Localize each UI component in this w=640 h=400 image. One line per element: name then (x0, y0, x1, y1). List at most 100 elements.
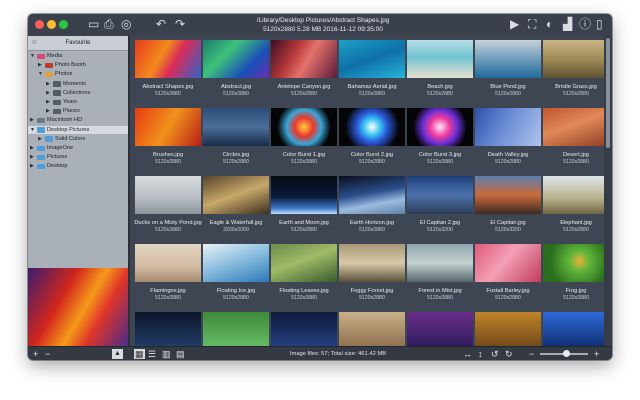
sidebar-item[interactable]: ▼ Media (28, 52, 128, 61)
disclosure-open-icon[interactable]: ▼ (30, 126, 35, 135)
image-cell[interactable]: Earth Horizon.jpg 5120x2880 (338, 172, 406, 238)
image-cell[interactable] (406, 308, 474, 346)
image-cell[interactable]: Antelope Canyon.jpg 5120x2880 (270, 36, 338, 102)
sidebar-item[interactable]: ▶ Solid Colors (28, 135, 128, 144)
image-cell[interactable]: Color Burst 3.jpg 5120x2880 (406, 104, 474, 170)
image-thumbnail[interactable] (203, 244, 269, 282)
disclosure-open-icon[interactable]: ▼ (38, 70, 43, 79)
image-cell[interactable]: El Capitan 2.jpg 5120x3200 (406, 172, 474, 238)
image-thumbnail[interactable] (339, 40, 405, 78)
rotate-right-icon[interactable]: ↷ (175, 17, 185, 31)
image-thumbnail[interactable] (543, 244, 604, 282)
image-cell[interactable]: Circles.jpg 5120x2880 (202, 104, 270, 170)
fit-width-icon[interactable]: ↔ (463, 348, 472, 360)
minimize-button[interactable] (47, 20, 56, 29)
disclosure-closed-icon[interactable]: ▶ (30, 144, 34, 153)
info-icon[interactable]: ⓘ (579, 17, 591, 31)
scrollbar[interactable] (604, 36, 612, 346)
sidebar-item[interactable]: ▼ Desktop Pictures (28, 125, 128, 135)
image-cell[interactable]: Beach.jpg 5120x2880 (406, 36, 474, 102)
image-cell[interactable]: Blue Pond.jpg 5120x2880 (474, 36, 542, 102)
image-cell[interactable]: Eagle & Waterfall.jpg 3200x2000 (202, 172, 270, 238)
image-cell[interactable]: Color Burst 2.jpg 5120x2880 (338, 104, 406, 170)
scroll-thumb[interactable] (606, 38, 610, 148)
favourite-header[interactable]: ☆ Favourite (28, 36, 128, 51)
image-thumbnail[interactable] (271, 176, 337, 214)
image-thumbnail[interactable] (339, 108, 405, 146)
rotate-cw-icon[interactable]: ↻ (505, 348, 513, 360)
image-cell[interactable]: Bristle Grass.jpg 5120x2880 (542, 36, 604, 102)
sidebar-item[interactable]: ▶ ImageOne (28, 144, 128, 153)
image-thumbnail[interactable] (475, 312, 541, 346)
zoom-button[interactable] (59, 20, 68, 29)
disclosure-closed-icon[interactable]: ▶ (38, 61, 42, 70)
panel-icon[interactable]: ▯ (596, 17, 603, 31)
grid-view-icon[interactable]: ▦ (134, 349, 145, 359)
image-thumbnail[interactable] (135, 108, 201, 146)
image-cell[interactable]: Desert.jpg 5120x2880 (542, 104, 604, 170)
sidebar-item[interactable]: ▶ Photo Booth (28, 61, 128, 70)
image-cell[interactable]: Floating Leaves.jpg 5120x2880 (270, 240, 338, 306)
image-thumbnail[interactable] (543, 40, 604, 78)
disclosure-closed-icon[interactable]: ▶ (30, 162, 34, 171)
image-cell[interactable]: Elephant.jpg 5120x2880 (542, 172, 604, 238)
eject-icon[interactable]: ▲ (112, 349, 123, 359)
image-thumbnail[interactable] (407, 176, 473, 214)
rotate-left-icon[interactable]: ↶ (156, 17, 166, 31)
image-cell[interactable]: Color Burst 1.jpg 5120x2880 (270, 104, 338, 170)
image-cell[interactable]: Death Valley.jpg 5120x2880 (474, 104, 542, 170)
image-thumbnail[interactable] (203, 312, 269, 346)
sidebar-item[interactable]: ▶ Places (28, 107, 128, 116)
image-thumbnail[interactable] (271, 244, 337, 282)
disclosure-closed-icon[interactable]: ▶ (30, 116, 34, 125)
image-cell[interactable] (338, 308, 406, 346)
image-thumbnail[interactable] (339, 176, 405, 214)
zoom-out-icon[interactable]: − (529, 348, 534, 360)
image-thumbnail[interactable] (475, 40, 541, 78)
histogram-icon[interactable]: ▟ (563, 17, 572, 31)
details-view-icon[interactable]: ▤ (176, 348, 185, 360)
image-cell[interactable]: Frog.jpg 5120x2880 (542, 240, 604, 306)
filmstrip-view-icon[interactable]: ▥ (162, 348, 171, 360)
share-icon[interactable]: ◎ (121, 17, 131, 31)
rotate-ccw-icon[interactable]: ↺ (491, 348, 499, 360)
list-view-icon[interactable]: ☰ (148, 348, 156, 360)
image-thumbnail[interactable] (271, 108, 337, 146)
fullscreen-icon[interactable]: ⛶ (528, 17, 536, 31)
favourite-icon[interactable]: ☆ (31, 36, 37, 50)
disclosure-open-icon[interactable]: ▼ (30, 52, 35, 61)
folder-icon[interactable]: ▭ (88, 17, 99, 31)
disclosure-closed-icon[interactable]: ▶ (46, 80, 50, 89)
image-cell[interactable]: Foggy Forest.jpg 5120x2880 (338, 240, 406, 306)
disclosure-closed-icon[interactable]: ▶ (46, 98, 50, 107)
image-thumbnail[interactable] (135, 312, 201, 346)
image-thumbnail[interactable] (339, 312, 405, 346)
close-button[interactable] (35, 20, 44, 29)
disclosure-closed-icon[interactable]: ▶ (30, 153, 34, 162)
image-thumbnail[interactable] (475, 244, 541, 282)
sidebar-item[interactable]: ▶ Moments (28, 80, 128, 89)
image-cell[interactable] (270, 308, 338, 346)
image-thumbnail[interactable] (407, 312, 473, 346)
image-thumbnail[interactable] (135, 40, 201, 78)
image-thumbnail[interactable] (407, 40, 473, 78)
image-cell[interactable]: Abstract Shapes.jpg 5120x2880 (134, 36, 202, 102)
image-thumbnail[interactable] (271, 40, 337, 78)
disclosure-closed-icon[interactable]: ▶ (46, 89, 50, 98)
image-cell[interactable]: Flamingos.jpg 5120x2880 (134, 240, 202, 306)
zoom-in-icon[interactable]: + (594, 348, 599, 360)
image-thumbnail[interactable] (339, 244, 405, 282)
add-icon[interactable]: + (33, 348, 38, 360)
sidebar-item[interactable]: ▶ Macintosh HD (28, 116, 128, 125)
sidebar-item[interactable]: ▶ Years (28, 98, 128, 107)
image-thumbnail[interactable] (475, 108, 541, 146)
image-cell[interactable]: Ducks on a Misty Pond.jpg 5120x2880 (134, 172, 202, 238)
image-thumbnail[interactable] (407, 108, 473, 146)
image-cell[interactable]: Abstract.jpg 5120x2880 (202, 36, 270, 102)
sidebar-item[interactable]: ▼ Photos (28, 70, 128, 79)
image-thumbnail[interactable] (271, 312, 337, 346)
image-cell[interactable]: Bahamas Aerial.jpg 5120x2880 (338, 36, 406, 102)
image-cell[interactable]: Forest in Mist.jpg 5120x2880 (406, 240, 474, 306)
image-thumbnail[interactable] (135, 176, 201, 214)
image-thumbnail[interactable] (543, 312, 604, 346)
